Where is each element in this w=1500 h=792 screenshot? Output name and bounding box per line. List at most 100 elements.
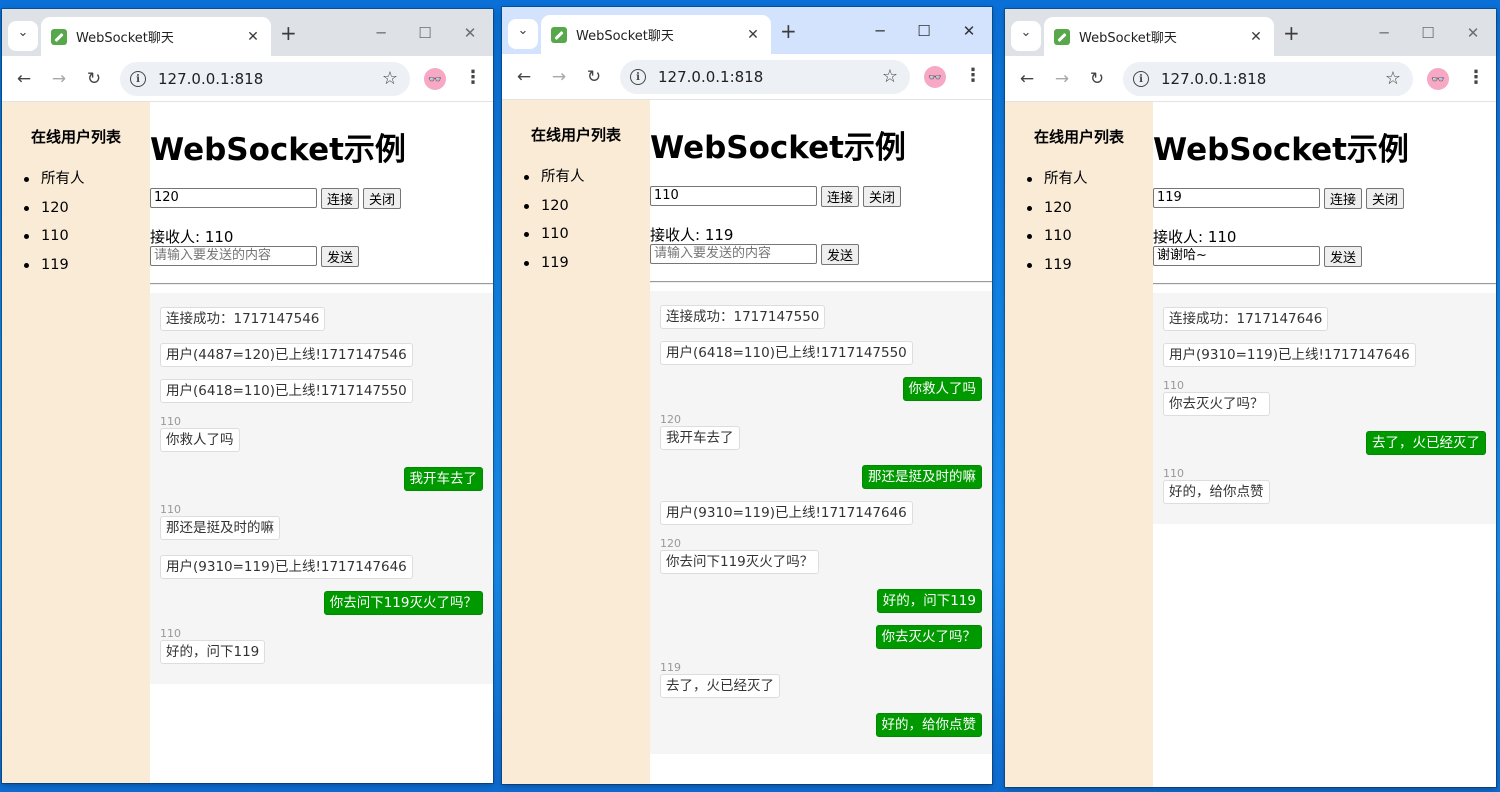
outgoing-message: 去了，火已经灭了: [1366, 431, 1486, 455]
back-arrow-icon[interactable]: ←: [1016, 68, 1038, 90]
page-title: WebSocket示例: [150, 132, 406, 168]
browser-window-120: ⌄ WebSocket聊天 ✕ + ─ ☐ ✕ ← → ↻ i 127.0.0.1:818 ☆ 👓 ⋮ 在线用…: [2, 9, 493, 783]
browser-toolbar: ← → ↻ i 127.0.0.1:818 ☆ 👓 ⋮: [2, 56, 493, 102]
profile-avatar[interactable]: 👓: [424, 68, 446, 90]
plus-icon[interactable]: +: [280, 23, 297, 43]
page-content: 在线用户列表 所有人 120 110 119 WebSocket示例 120 连接 关闭 接收人:…: [2, 102, 493, 783]
connect-button[interactable]: 连接: [1324, 187, 1363, 209]
info-icon[interactable]: i: [630, 69, 646, 85]
close-connection-button[interactable]: 关闭: [1366, 187, 1405, 209]
window-close-icon[interactable]: ✕: [1463, 25, 1483, 41]
close-connection-button[interactable]: 关闭: [863, 185, 902, 207]
chevron-down-icon[interactable]: ⌄: [8, 21, 38, 51]
kebab-menu-icon[interactable]: ⋮: [964, 65, 982, 87]
user-list: 所有人 120 110 119: [522, 166, 585, 281]
user-list-item[interactable]: 120: [522, 195, 585, 224]
user-list-item[interactable]: 120: [22, 197, 85, 226]
message-bubble: 你去问下119灭火了吗？: [660, 550, 820, 574]
reload-icon[interactable]: ↻: [583, 66, 605, 88]
message-sender: 120: [660, 537, 681, 550]
user-list-item[interactable]: 120: [1025, 197, 1088, 226]
incoming-message: 用户(6418=110)已上线!1717147550: [160, 379, 413, 403]
outgoing-message: 好的，问下119: [876, 589, 982, 613]
message-bubble: 连接成功：1717147546: [160, 307, 326, 331]
browser-window-119: ⌄ WebSocket聊天 ✕ + ─ ☐ ✕ ← → ↻ i 127.0.0.1:818 ☆ 👓 ⋮ 在线用…: [1005, 9, 1496, 787]
chat-main: WebSocket示例 119 连接 关闭 接收人: 110 谢谢哈~ 发送 连接成功：171…: [1153, 102, 1496, 787]
star-icon[interactable]: ☆: [882, 66, 898, 87]
back-arrow-icon[interactable]: ←: [13, 68, 35, 90]
star-icon[interactable]: ☆: [382, 68, 398, 89]
message-bubble: 好的，给你点赞: [1163, 480, 1270, 504]
close-connection-button[interactable]: 关闭: [363, 187, 402, 209]
connect-button[interactable]: 连接: [821, 185, 860, 207]
user-list-item[interactable]: 所有人: [1025, 168, 1088, 197]
back-arrow-icon[interactable]: ←: [513, 66, 535, 88]
browser-toolbar: ← → ↻ i 127.0.0.1:818 ☆ 👓 ⋮: [502, 54, 992, 100]
user-id-input[interactable]: 110: [650, 186, 817, 206]
connect-button[interactable]: 连接: [321, 187, 360, 209]
page-content: 在线用户列表 所有人 120 110 119 WebSocket示例 119 连接 关闭 接收人:…: [1005, 102, 1496, 787]
address-bar[interactable]: i 127.0.0.1:818 ☆: [120, 62, 410, 96]
message-bubble: 你去灭火了吗？: [875, 625, 982, 649]
online-users-sidebar: 在线用户列表 所有人 120 110 119: [502, 100, 650, 784]
url-text: 127.0.0.1:818: [658, 68, 764, 86]
user-id-input[interactable]: 119: [1153, 188, 1320, 208]
message-input[interactable]: 请输入要发送的内容: [150, 246, 317, 266]
window-close-icon[interactable]: ✕: [959, 23, 979, 39]
connect-controls: 120 连接 关闭: [150, 187, 402, 209]
send-button[interactable]: 发送: [821, 243, 860, 265]
incoming-message: 连接成功：1717147646: [1163, 307, 1329, 331]
user-list-item[interactable]: 119: [22, 254, 85, 283]
minimize-icon[interactable]: ─: [1374, 25, 1394, 41]
user-list-item[interactable]: 110: [1025, 225, 1088, 254]
info-icon[interactable]: i: [130, 71, 146, 87]
window-close-icon[interactable]: ✕: [460, 25, 480, 41]
forward-arrow-icon[interactable]: →: [48, 68, 70, 90]
address-bar[interactable]: i 127.0.0.1:818 ☆: [620, 60, 910, 94]
send-button[interactable]: 发送: [321, 245, 360, 267]
user-list-item[interactable]: 所有人: [22, 168, 85, 197]
close-icon[interactable]: ✕: [745, 27, 761, 43]
user-list-item[interactable]: 110: [22, 225, 85, 254]
profile-avatar[interactable]: 👓: [924, 66, 946, 88]
user-list: 所有人 120 110 119: [22, 168, 85, 283]
user-id-input[interactable]: 120: [150, 188, 317, 208]
maximize-icon[interactable]: ☐: [914, 23, 934, 39]
user-list-item[interactable]: 119: [522, 252, 585, 281]
forward-arrow-icon[interactable]: →: [1051, 68, 1073, 90]
chevron-down-icon[interactable]: ⌄: [508, 19, 538, 49]
star-icon[interactable]: ☆: [1385, 68, 1401, 89]
info-icon[interactable]: i: [1133, 71, 1149, 87]
user-list-item[interactable]: 所有人: [522, 166, 585, 195]
message-sender: 110: [160, 627, 181, 640]
minimize-icon[interactable]: ─: [870, 23, 890, 39]
message-input[interactable]: 谢谢哈~: [1153, 246, 1320, 266]
close-icon[interactable]: ✕: [1248, 29, 1264, 45]
profile-avatar[interactable]: 👓: [1427, 68, 1449, 90]
message-bubble: 用户(6418=110)已上线!1717147550: [160, 379, 413, 403]
send-button[interactable]: 发送: [1324, 245, 1363, 267]
chevron-down-icon[interactable]: ⌄: [1011, 21, 1041, 51]
reload-icon[interactable]: ↻: [1086, 68, 1108, 90]
maximize-icon[interactable]: ☐: [1418, 25, 1438, 41]
reload-icon[interactable]: ↻: [83, 68, 105, 90]
message-input[interactable]: 请输入要发送的内容: [650, 244, 817, 264]
user-list-item[interactable]: 110: [522, 223, 585, 252]
close-icon[interactable]: ✕: [245, 29, 261, 45]
message-list: 连接成功：1717147546 用户(4487=120)已上线!171714754…: [150, 293, 493, 684]
message-bubble: 那还是挺及时的嘛: [862, 465, 982, 489]
plus-icon[interactable]: +: [1283, 23, 1300, 43]
tab-strip: ⌄ WebSocket聊天 ✕ + ─ ☐ ✕: [2, 9, 493, 56]
maximize-icon[interactable]: ☐: [415, 25, 435, 41]
browser-tab[interactable]: WebSocket聊天 ✕: [541, 15, 771, 54]
tab-title: WebSocket聊天: [1079, 31, 1177, 46]
browser-tab[interactable]: WebSocket聊天 ✕: [1044, 17, 1274, 56]
minimize-icon[interactable]: ─: [371, 25, 391, 41]
kebab-menu-icon[interactable]: ⋮: [464, 67, 482, 89]
kebab-menu-icon[interactable]: ⋮: [1467, 67, 1485, 89]
plus-icon[interactable]: +: [780, 21, 797, 41]
forward-arrow-icon[interactable]: →: [548, 66, 570, 88]
address-bar[interactable]: i 127.0.0.1:818 ☆: [1123, 62, 1413, 96]
user-list-item[interactable]: 119: [1025, 254, 1088, 283]
browser-tab[interactable]: WebSocket聊天 ✕: [41, 17, 271, 56]
